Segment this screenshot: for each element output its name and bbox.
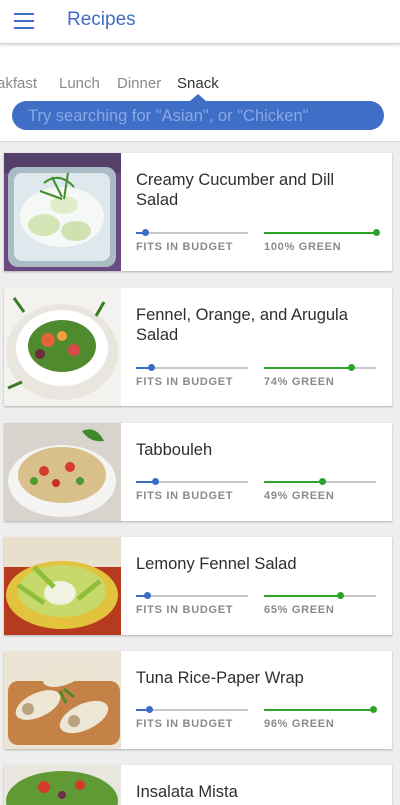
recipe-title: Creamy Cucumber and Dill Salad <box>136 171 335 209</box>
green-label: 65% GREEN <box>264 604 335 616</box>
budget-meter: FITS IN BUDGET <box>136 477 248 502</box>
budget-label: FITS IN BUDGET <box>136 718 234 730</box>
recipe-card[interactable]: Lemony Fennel Salad FITS IN BUDGET 65% G… <box>4 537 392 635</box>
tab-lunch[interactable]: Lunch <box>59 75 100 92</box>
active-tab-indicator <box>190 94 206 101</box>
green-meter: 100% GREEN <box>264 228 380 253</box>
page-title: Recipes <box>67 9 136 30</box>
search-input[interactable]: Try searching for "Asian", or "Chicken" <box>12 101 384 130</box>
recipe-card[interactable]: Insalata Mista <box>4 765 392 805</box>
green-meter: 49% GREEN <box>264 477 376 502</box>
green-label: 100% GREEN <box>264 241 342 253</box>
recipe-image-insalata-mista <box>4 765 121 805</box>
tab-list: akfast Lunch Dinner Snack <box>0 44 400 94</box>
recipe-title: Tabbouleh <box>136 441 213 459</box>
recipe-card[interactable]: Creamy Cucumber and Dill Salad FITS IN B… <box>4 153 392 271</box>
budget-label: FITS IN BUDGET <box>136 241 234 253</box>
budget-meter: FITS IN BUDGET <box>136 363 248 388</box>
tab-breakfast[interactable]: akfast <box>0 75 37 92</box>
tab-snack[interactable]: Snack <box>177 75 219 92</box>
recipe-title: Lemony Fennel Salad <box>136 555 297 573</box>
recipe-title: Tuna Rice-Paper Wrap <box>136 669 304 687</box>
app-bar: Recipes <box>0 0 400 44</box>
tab-dinner[interactable]: Dinner <box>117 75 161 92</box>
recipe-card[interactable]: Tuna Rice-Paper Wrap FITS IN BUDGET 96% … <box>4 651 392 749</box>
green-meter: 65% GREEN <box>264 591 376 616</box>
recipe-image-cucumber-salad <box>4 153 121 271</box>
recipe-image-tuna-wrap <box>4 651 121 749</box>
search-placeholder: Try searching for "Asian", or "Chicken" <box>28 107 309 125</box>
green-label: 74% GREEN <box>264 376 335 388</box>
green-meter: 74% GREEN <box>264 363 376 388</box>
green-label: 49% GREEN <box>264 490 335 502</box>
green-label: 96% GREEN <box>264 718 335 730</box>
budget-label: FITS IN BUDGET <box>136 490 234 502</box>
recipe-card[interactable]: Fennel, Orange, and Arugula Salad FITS I… <box>4 288 392 406</box>
recipe-image-fennel-orange-salad <box>4 288 121 406</box>
recipe-image-lemony-fennel-salad <box>4 537 121 635</box>
recipe-title: Insalata Mista <box>136 783 238 801</box>
recipe-title: Fennel, Orange, and Arugula Salad <box>136 306 348 344</box>
budget-label: FITS IN BUDGET <box>136 376 234 388</box>
menu-icon[interactable] <box>14 13 34 29</box>
recipe-card[interactable]: Tabbouleh FITS IN BUDGET 49% GREEN <box>4 423 392 521</box>
budget-meter: FITS IN BUDGET <box>136 591 248 616</box>
budget-meter: FITS IN BUDGET <box>136 228 248 253</box>
budget-label: FITS IN BUDGET <box>136 604 234 616</box>
recipe-image-tabbouleh <box>4 423 121 521</box>
budget-meter: FITS IN BUDGET <box>136 705 248 730</box>
green-meter: 96% GREEN <box>264 705 377 730</box>
